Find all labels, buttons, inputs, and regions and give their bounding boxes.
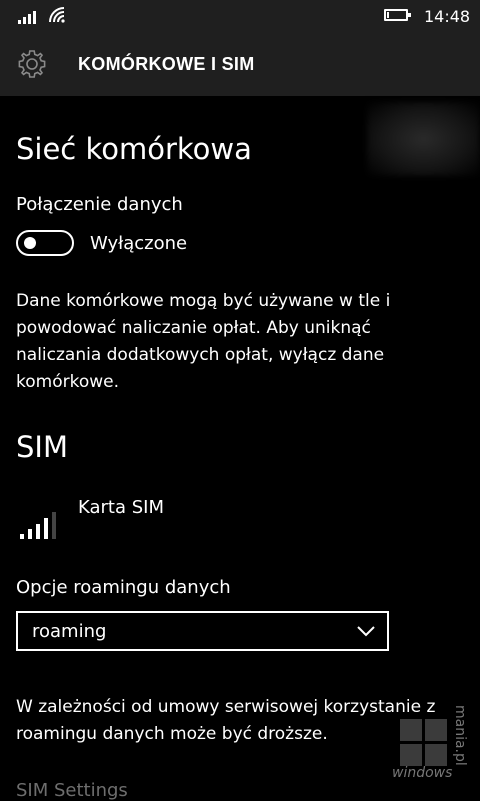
sim-card-name[interactable]: Karta SIM <box>78 497 164 518</box>
sim-signal-icon <box>20 512 56 539</box>
roaming-options-label: Opcje roamingu danych <box>16 577 231 598</box>
page-header: KOMÓRKOWE I SIM <box>0 34 480 96</box>
page-title: KOMÓRKOWE I SIM <box>78 54 255 74</box>
watermark-tile <box>425 719 447 741</box>
roaming-dropdown-value: roaming <box>32 621 107 642</box>
cellular-description: Dane komórkowe mogą być używane w tle i … <box>16 291 391 392</box>
blurred-region <box>367 102 480 176</box>
signal-icon <box>18 11 36 24</box>
toggle-knob <box>24 237 36 249</box>
data-connection-toggle[interactable] <box>16 230 74 256</box>
sim-section-title: SIM <box>16 430 68 464</box>
watermark-logo: windows mania.pl <box>392 705 476 795</box>
watermark-text: windows <box>392 765 453 781</box>
roaming-dropdown[interactable]: roaming <box>16 611 389 651</box>
chevron-down-icon <box>357 626 375 637</box>
battery-icon <box>384 9 411 21</box>
wifi-icon <box>49 7 65 23</box>
cellular-section-title: Sieć komórkowa <box>16 132 252 166</box>
watermark-tile <box>400 744 422 766</box>
status-bar: 14:48 <box>0 0 480 34</box>
gear-icon <box>18 50 46 78</box>
watermark-tile <box>400 719 422 741</box>
watermark-text: mania.pl <box>452 705 468 766</box>
sim-settings-link[interactable]: SIM Settings <box>16 780 128 801</box>
data-connection-label: Połączenie danych <box>16 194 183 215</box>
toggle-state-label: Wyłączone <box>90 233 188 254</box>
watermark-tile <box>425 744 447 766</box>
status-time: 14:48 <box>424 7 471 26</box>
